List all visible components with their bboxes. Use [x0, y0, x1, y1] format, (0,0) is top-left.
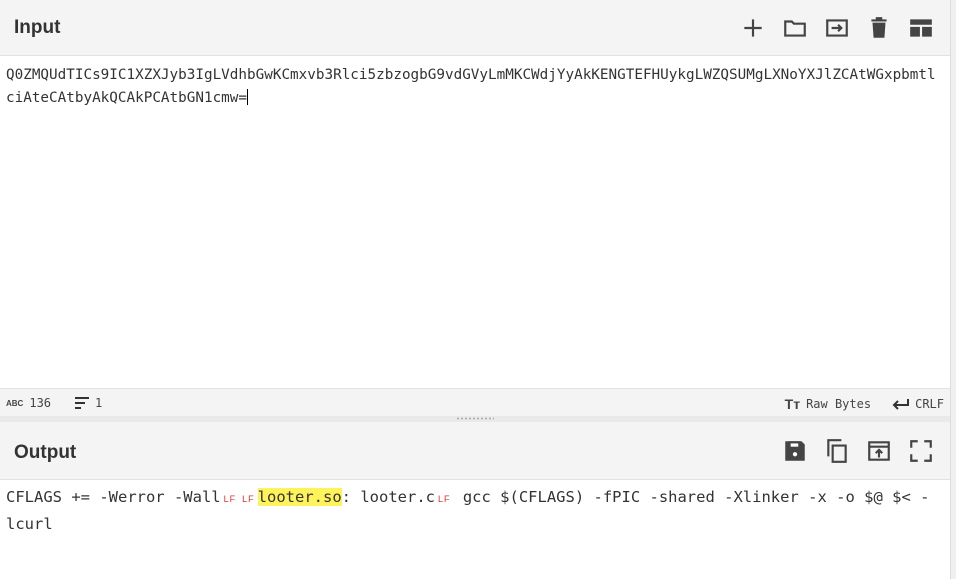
char-count-value: 136	[29, 396, 52, 410]
reset-layout-button[interactable]	[906, 13, 936, 43]
trash-icon	[871, 17, 887, 38]
open-file-button[interactable]	[780, 13, 810, 43]
abc-icon: ABC	[6, 398, 24, 408]
input-title: Input	[14, 17, 61, 38]
copy-output-button[interactable]	[822, 436, 852, 466]
copy-icon	[827, 439, 847, 463]
output-pane-header: Output	[0, 422, 950, 480]
input-text: Q0ZMQUdTICs9IC1XZXJyb3IgLVdhbGwKCmxvb3Rl…	[6, 67, 936, 106]
add-tab-button[interactable]	[738, 13, 768, 43]
resize-grip-icon	[456, 417, 494, 420]
replace-input-button[interactable]	[864, 436, 894, 466]
lf-marker: LF	[438, 494, 451, 504]
output-text-2: : looter.c	[341, 488, 435, 506]
save-output-button[interactable]	[780, 436, 810, 466]
input-textarea[interactable]: Q0ZMQUdTICs9IC1XZXJyb3IgLVdhbGwKCmxvb3Rl…	[0, 56, 950, 387]
load-input-button[interactable]	[822, 13, 852, 43]
input-toolbar	[738, 13, 936, 43]
lines-icon	[75, 397, 90, 409]
save-icon	[785, 441, 805, 461]
clear-input-button[interactable]	[864, 13, 894, 43]
line-count-value: 1	[95, 396, 103, 410]
import-icon	[826, 19, 848, 37]
open-folder-icon	[784, 20, 806, 37]
output-text-1: CFLAGS += -Werror -Wall	[6, 488, 221, 506]
return-icon	[892, 399, 910, 410]
layout-icon	[910, 19, 932, 37]
encoding-label: Raw Bytes	[806, 397, 872, 411]
input-status-bar: ABC 136 1 Tт Raw Bytes CRLF	[0, 388, 950, 417]
input-pane-header: Input	[0, 0, 950, 56]
eol-label: CRLF	[915, 397, 944, 411]
text-caret	[247, 89, 249, 105]
lf-marker: LF	[223, 494, 237, 504]
add-icon	[744, 19, 762, 37]
maximize-icon	[910, 440, 932, 462]
char-count: ABC 136	[6, 396, 51, 410]
replace-input-icon	[868, 441, 890, 461]
output-text-area[interactable]: CFLAGS += -Werror -Wall LF LF looter.so: lo…	[0, 480, 950, 579]
output-toolbar	[780, 436, 936, 466]
line-count: 1	[75, 396, 102, 410]
lf-marker: LF	[242, 494, 255, 504]
output-title: Output	[14, 442, 77, 463]
maximize-output-button[interactable]	[906, 436, 936, 466]
search-highlight: looter.so	[257, 488, 342, 506]
vertical-scrollbar[interactable]	[950, 0, 956, 579]
char-encoding-button[interactable]: Tт Raw Bytes	[785, 396, 871, 412]
text-size-icon: Tт	[784, 396, 801, 412]
eol-button[interactable]: CRLF	[891, 397, 944, 411]
